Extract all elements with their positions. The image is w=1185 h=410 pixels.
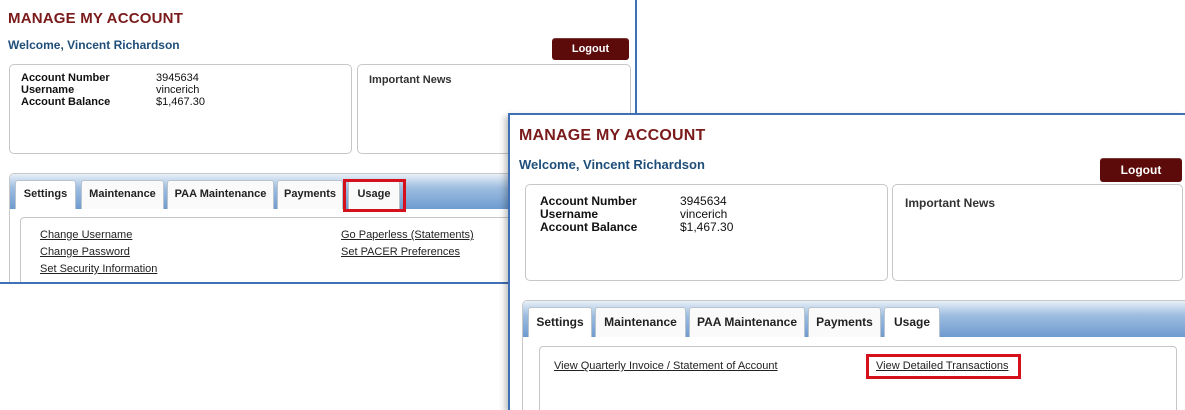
change-password-link[interactable]: Change Password	[40, 246, 130, 258]
tab-maintenance[interactable]: Maintenance	[595, 307, 686, 337]
account-balance-value: $1,467.30	[680, 220, 734, 234]
username-label: Username	[21, 84, 75, 96]
tab-maintenance[interactable]: Maintenance	[81, 180, 164, 209]
username-value: vincerich	[156, 84, 200, 96]
usage-tab-highlight	[343, 179, 406, 212]
account-number-label: Account Number	[21, 72, 110, 84]
tab-paa-maintenance[interactable]: PAA Maintenance	[689, 307, 805, 337]
account-balance-label: Account Balance	[540, 220, 638, 234]
tab-paa-maintenance[interactable]: PAA Maintenance	[167, 180, 274, 209]
tab-payments[interactable]: Payments	[277, 180, 343, 209]
usage-content	[539, 346, 1177, 410]
important-news-panel: Important News	[892, 184, 1183, 281]
page-title: MANAGE MY ACCOUNT	[519, 127, 706, 144]
logout-button[interactable]: Logout	[1100, 158, 1182, 182]
important-news-title: Important News	[905, 196, 996, 210]
tab-usage[interactable]: Usage	[884, 307, 940, 337]
welcome-text: Welcome, Vincent Richardson	[519, 157, 705, 172]
change-username-link[interactable]: Change Username	[40, 229, 132, 241]
quarterly-invoice-link[interactable]: View Quarterly Invoice / Statement of Ac…	[554, 360, 778, 372]
account-balance-label: Account Balance	[21, 96, 111, 108]
tabs-panel: Settings Maintenance PAA Maintenance Pay…	[522, 300, 1185, 410]
tab-payments[interactable]: Payments	[808, 307, 881, 337]
pacer-preferences-link[interactable]: Set PACER Preferences	[341, 246, 460, 258]
page-title: MANAGE MY ACCOUNT	[8, 10, 184, 27]
go-paperless-link[interactable]: Go Paperless (Statements)	[341, 229, 474, 241]
account-number-label: Account Number	[540, 194, 637, 208]
account-balance-value: $1,467.30	[156, 96, 205, 108]
important-news-title: Important News	[369, 74, 452, 86]
logout-button[interactable]: Logout	[552, 38, 629, 60]
welcome-text: Welcome, Vincent Richardson	[8, 38, 180, 52]
account-info-panel: Account Number Username Account Balance …	[9, 64, 352, 154]
detailed-transactions-highlight	[866, 354, 1021, 379]
set-security-information-link[interactable]: Set Security Information	[40, 263, 157, 275]
account-info-panel: Account Number Username Account Balance …	[525, 184, 888, 281]
tab-settings[interactable]: Settings	[528, 307, 592, 337]
tab-settings[interactable]: Settings	[15, 180, 76, 209]
account-screenshot-2: MANAGE MY ACCOUNT Welcome, Vincent Richa…	[508, 113, 1185, 410]
account-number-value: 3945634	[156, 72, 199, 84]
username-label: Username	[540, 207, 599, 221]
